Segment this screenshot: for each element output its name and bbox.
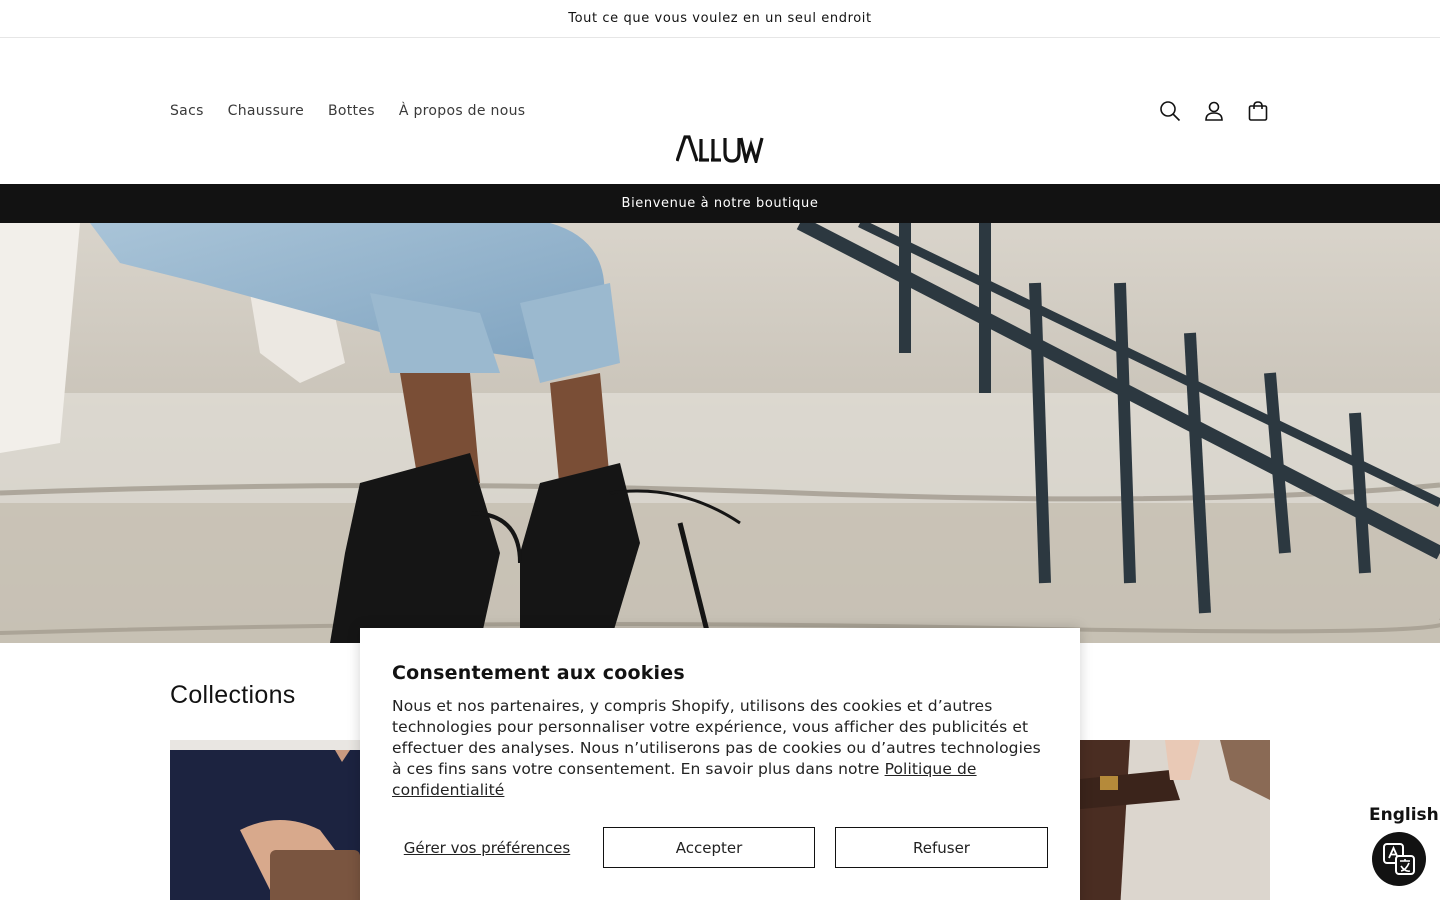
- refuse-button[interactable]: Refuser: [835, 827, 1048, 868]
- manage-preferences-button[interactable]: Gérer vos préférences: [392, 827, 582, 868]
- hero-image: [0, 223, 1440, 643]
- accept-button[interactable]: Accepter: [603, 827, 815, 868]
- cookie-title: Consentement aux cookies: [392, 662, 685, 684]
- announcement-text: Tout ce que vous voulez en un seul endro…: [568, 11, 872, 26]
- announcement-bar: Tout ce que vous voulez en un seul endro…: [0, 0, 1440, 38]
- hero-banner[interactable]: [0, 223, 1440, 643]
- collection-image: [170, 740, 370, 900]
- main-nav: Sacs Chaussure Bottes À propos de nous: [158, 38, 537, 184]
- language-label[interactable]: English: [1369, 805, 1439, 825]
- site-header: Sacs Chaussure Bottes À propos de nous: [0, 38, 1440, 184]
- search-icon[interactable]: [1156, 97, 1184, 125]
- header-icons: [1156, 38, 1272, 184]
- collection-image: [1070, 740, 1270, 900]
- logo[interactable]: [675, 135, 764, 168]
- nav-item-chaussure[interactable]: Chaussure: [216, 103, 316, 119]
- welcome-text: Bienvenue à notre boutique: [621, 196, 819, 211]
- account-icon[interactable]: [1200, 97, 1228, 125]
- cookie-actions: Gérer vos préférences Accepter Refuser: [392, 827, 1048, 868]
- nav-item-sacs[interactable]: Sacs: [158, 103, 216, 119]
- logo-mark: [675, 135, 764, 168]
- collection-card-boots[interactable]: [1070, 740, 1270, 900]
- translate-icon[interactable]: [1372, 832, 1426, 886]
- nav-item-bottes[interactable]: Bottes: [316, 103, 387, 119]
- collections-title: Collections: [170, 681, 296, 709]
- cart-icon[interactable]: [1244, 97, 1272, 125]
- cookie-consent-banner: Consentement aux cookies Nous et nos par…: [360, 628, 1080, 900]
- collection-card-bags[interactable]: [170, 740, 370, 900]
- cookie-body: Nous et nos partenaires, y compris Shopi…: [392, 696, 1048, 801]
- welcome-bar: Bienvenue à notre boutique: [0, 184, 1440, 223]
- nav-item-a-propos[interactable]: À propos de nous: [387, 103, 537, 119]
